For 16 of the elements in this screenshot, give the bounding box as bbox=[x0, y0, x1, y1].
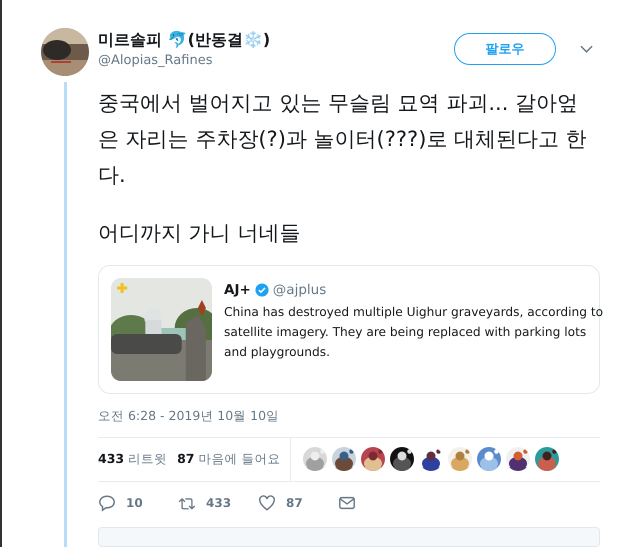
tweet-text: 중국에서 벌어지고 있는 무슬림 묘역 파괴... 갈아엎은 자리는 주차장(?)과 놀이터(???)로 대체된다고 한다. bbox=[98, 90, 588, 190]
tweet-text: 어디까지 가니 너네들 bbox=[98, 220, 302, 248]
reply-icon[interactable] bbox=[98, 494, 116, 512]
stat-link[interactable]: 433 리트윗 bbox=[98, 450, 168, 468]
stat-link[interactable]: 87 마음에 들어요 bbox=[177, 450, 280, 468]
action-count: 433 bbox=[206, 496, 232, 510]
heart-icon[interactable] bbox=[258, 494, 276, 512]
author-name: AJ+ bbox=[224, 282, 251, 298]
action-count: 10 bbox=[126, 496, 143, 510]
timestamp[interactable]: 오전 6:28 - 2019년 10월 10일 bbox=[98, 408, 600, 426]
chevron-down-icon[interactable] bbox=[580, 45, 593, 54]
quoted-tweet-card[interactable]: AJ+ @ajplus China has destroyed multiple Uighur graveyards, according to satellite imagery. They are being replaced with parking lots and playgrounds. bbox=[98, 265, 600, 394]
author-handle: @ajplus bbox=[272, 282, 326, 298]
display-name[interactable]: 미르솔피 🐬(반동결❄) bbox=[98, 30, 454, 52]
action-count: 87 bbox=[286, 496, 303, 510]
user-handle[interactable]: @Alopias_Rafines bbox=[98, 53, 454, 68]
